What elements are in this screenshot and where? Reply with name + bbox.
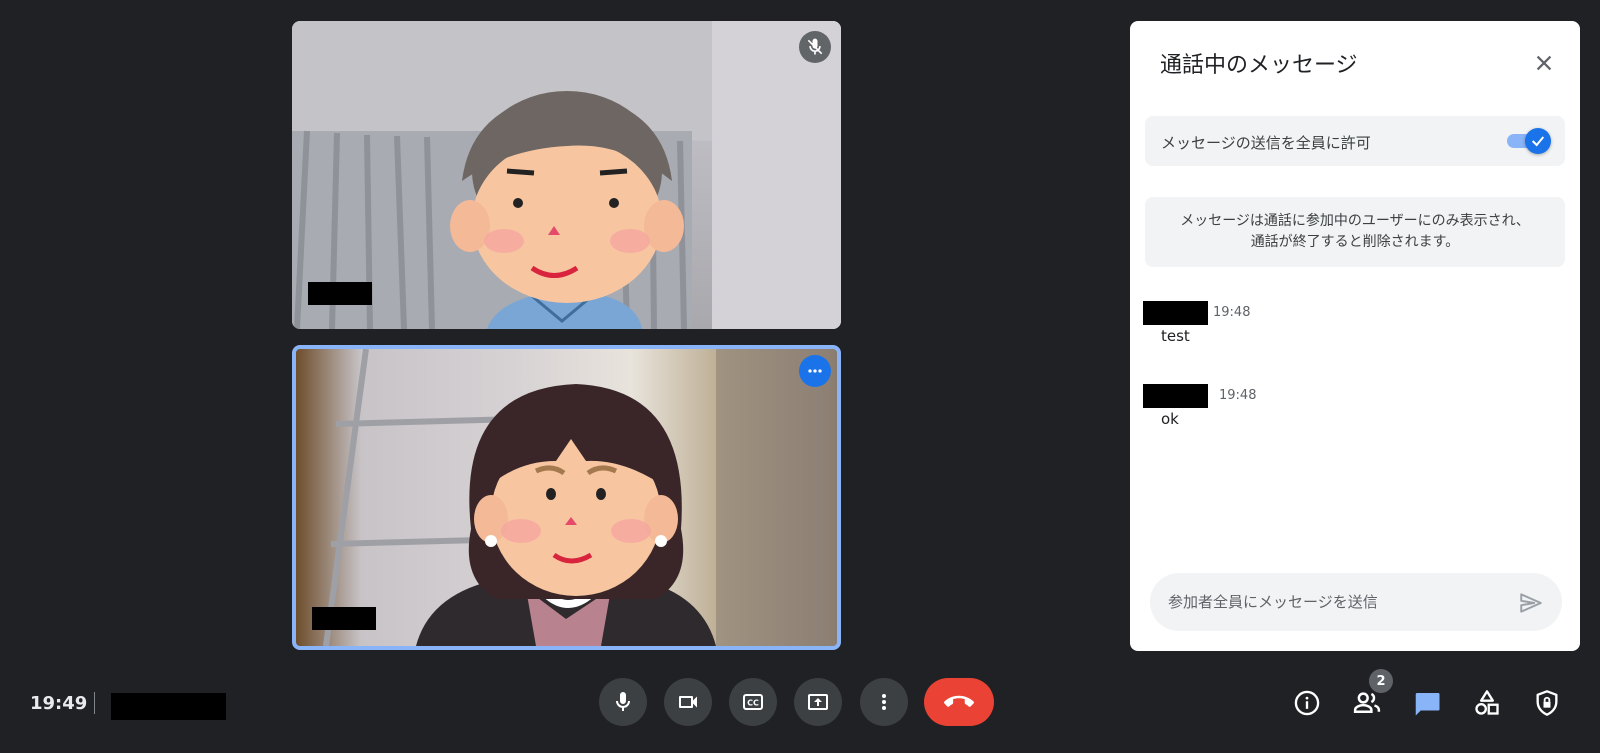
chat-info-notice: メッセージは通話に参加中のユーザーにのみ表示され、 通話が終了すると削除されます… [1145, 197, 1565, 267]
closed-caption-icon: CC [743, 694, 763, 710]
participant-tile-2[interactable] [292, 345, 841, 650]
participant-tile-1[interactable] [292, 21, 841, 329]
shield-lock-icon [1536, 690, 1558, 716]
chat-panel: 通話中のメッセージ メッセージの送信を全員に許可 メッセージは通話に参加中のユー… [1130, 21, 1580, 651]
mic-icon [616, 692, 630, 711]
check-icon [1525, 128, 1551, 154]
svg-text:CC: CC [747, 699, 759, 708]
close-chat-button[interactable] [1526, 45, 1562, 81]
host-controls-button[interactable] [1530, 686, 1564, 720]
meeting-clock: 19:49 [30, 693, 88, 714]
allow-messages-setting: メッセージの送信を全員に許可 [1145, 116, 1565, 166]
mic-button[interactable] [599, 678, 647, 726]
activities-button[interactable] [1470, 686, 1504, 720]
videocam-icon [679, 696, 697, 708]
allow-messages-toggle[interactable] [1505, 128, 1551, 154]
sender-name-redacted [1143, 384, 1208, 408]
chat-button[interactable] [1410, 686, 1444, 720]
more-options-button[interactable] [860, 678, 908, 726]
message-text: test [1161, 327, 1190, 345]
info-text-line-2: 通話が終了すると削除されます。 [1250, 234, 1460, 250]
chat-panel-title: 通話中のメッセージ [1160, 53, 1358, 78]
participant-count-badge: 2 [1369, 669, 1393, 693]
message-time: 19:48 [1219, 388, 1257, 403]
present-to-all-icon [808, 694, 828, 710]
meeting-details-button[interactable] [1290, 686, 1324, 720]
participant-name-redacted [312, 607, 376, 630]
divider [94, 692, 95, 714]
allow-messages-label: メッセージの送信を全員に許可 [1161, 134, 1371, 152]
message-input[interactable] [1168, 587, 1498, 617]
participant-video-1 [292, 21, 841, 329]
info-icon [1294, 690, 1320, 716]
message-time: 19:48 [1213, 305, 1251, 320]
camera-button[interactable] [664, 678, 712, 726]
mic-off-icon [799, 31, 831, 63]
more-horiz-icon[interactable] [799, 355, 831, 387]
meeting-code-redacted [111, 693, 226, 720]
participant-name-redacted [308, 282, 372, 305]
message-compose-box [1150, 573, 1562, 631]
participant-video-2 [323, 349, 826, 646]
captions-button[interactable]: CC [729, 678, 777, 726]
shapes-icon [1475, 690, 1499, 715]
info-text-line-1: メッセージは通話に参加中のユーザーにのみ表示され、 [1180, 213, 1530, 229]
send-button[interactable] [1516, 588, 1546, 618]
chat-icon [1415, 693, 1440, 716]
present-button[interactable] [794, 678, 842, 726]
meet-call-window: 通話中のメッセージ メッセージの送信を全員に許可 メッセージは通話に参加中のユー… [0, 0, 1600, 753]
leave-call-button[interactable] [924, 678, 994, 726]
call-end-icon [944, 695, 974, 707]
sender-name-redacted [1143, 301, 1208, 325]
more-vert-icon [882, 694, 886, 710]
close-icon [1536, 55, 1552, 71]
message-text: ok [1161, 410, 1179, 428]
send-icon [1520, 593, 1542, 613]
